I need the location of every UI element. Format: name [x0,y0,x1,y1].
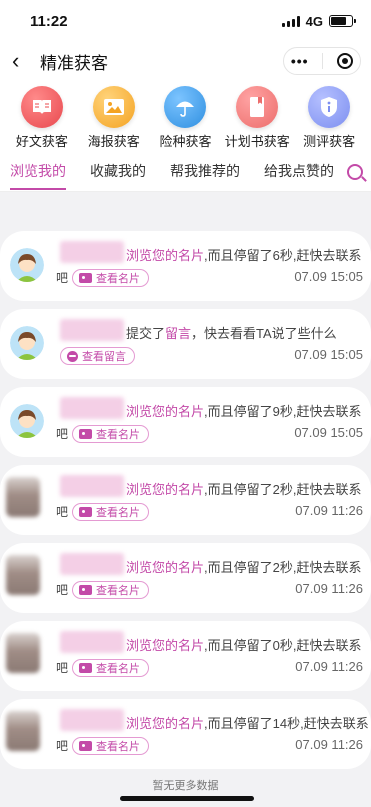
category-article[interactable]: 好文获客 [6,86,78,150]
view-card-button[interactable]: 查看名片 [72,269,149,287]
tab-recommended-me[interactable]: 帮我推荐的 [170,156,240,192]
visitor-name-blurred [60,553,124,575]
timestamp: 07.09 11:26 [295,581,363,596]
timestamp: 07.09 11:26 [295,737,363,752]
view-card-button[interactable]: 查看名片 [72,425,149,443]
category-bar: 好文获客 海报获客 险种获客 计划书获客 测评获客 [0,80,371,156]
avatar [6,711,40,751]
timestamp: 07.09 15:05 [294,269,363,284]
visitor-name-blurred [60,709,124,731]
page-title: 精准获客 [40,53,108,73]
document-icon [236,86,279,128]
list-item[interactable]: 浏览您的名片,而且停留了2秒,赶快去联系 吧 查看名片 07.09 11:26 [0,465,371,535]
list-item[interactable]: 浏览您的名片,而且停留了9秒,赶快去联系 吧 查看名片 07.09 15:05 [0,387,371,457]
book-icon [20,86,63,128]
visitor-name-blurred [60,631,124,653]
view-card-button[interactable]: 查看名片 [72,581,149,599]
timestamp: 07.09 11:26 [295,503,363,518]
avatar [6,633,40,673]
nav-bar: ‹ 精准获客 ••• [0,42,371,80]
activity-message: 浏览您的名片,而且停留了2秒,赶快去联系 [126,482,362,497]
umbrella-icon [164,86,207,128]
visitor-name-blurred [60,319,124,341]
status-time: 11:22 [30,12,68,30]
list-item[interactable]: 浏览您的名片,而且停留了2秒,赶快去联系 吧 查看名片 07.09 11:26 [0,543,371,613]
no-more-data-label: 暂无更多数据 [152,780,219,792]
list-item[interactable]: 浏览您的名片,而且停留了6秒,赶快去联系 吧 查看名片 07.09 15:05 [0,231,371,301]
view-card-button[interactable]: 查看名片 [72,503,149,521]
timestamp: 07.09 15:05 [294,347,363,362]
card-icon [79,585,92,595]
battery-icon [329,15,356,27]
tab-liked-me[interactable]: 给我点赞的 [264,156,334,192]
activity-message: 浏览您的名片,而且停留了14秒,赶快去联系 [126,716,369,731]
image-icon [92,86,135,128]
network-label: 4G [305,13,323,29]
signal-icon [281,15,300,27]
miniapp-capsule: ••• [283,47,361,75]
list-item[interactable]: 浏览您的名片,而且停留了0秒,赶快去联系 吧 查看名片 07.09 11:26 [0,621,371,691]
card-icon [79,507,92,517]
activity-message: 浏览您的名片,而且停留了6秒,赶快去联系 [126,248,362,263]
back-icon[interactable]: ‹ [12,50,34,72]
home-indicator [120,796,254,801]
tab-viewed-me[interactable]: 浏览我的 [10,156,66,192]
list-item[interactable]: 浏览您的名片,而且停留了14秒,赶快去联系 吧 查看名片 07.09 11:26 [0,699,371,769]
activity-feed: 浏览您的名片,而且停留了6秒,赶快去联系 吧 查看名片 07.09 15:05 … [0,192,371,769]
category-insurance[interactable]: 险种获客 [150,86,222,150]
more-icon[interactable]: ••• [291,53,309,69]
timestamp: 07.09 15:05 [294,425,363,440]
category-poster[interactable]: 海报获客 [78,86,150,150]
avatar [10,326,44,360]
category-assessment[interactable]: 测评获客 [293,86,365,150]
card-icon [79,429,92,439]
category-proposal[interactable]: 计划书获客 [221,86,293,150]
info-shield-icon [308,86,351,128]
activity-message: 浏览您的名片,而且停留了2秒,赶快去联系 [126,560,362,575]
card-icon [79,741,92,751]
list-item[interactable]: 提交了留言，快去看看TA说了些什么 查看留言 07.09 15:05 [0,309,371,379]
tab-bar: 浏览我的 收藏我的 帮我推荐的 给我点赞的 [0,156,371,192]
avatar [10,248,44,282]
visitor-name-blurred [60,241,124,263]
avatar [10,404,44,438]
activity-message: 浏览您的名片,而且停留了9秒,赶快去联系 [126,404,362,419]
avatar [6,477,40,517]
view-message-button[interactable]: 查看留言 [60,347,135,365]
status-bar: 11:22 4G [0,0,371,42]
visitor-name-blurred [60,475,124,497]
card-icon [79,663,92,673]
message-icon [67,350,78,362]
activity-message: 提交了留言，快去看看TA说了些什么 [126,326,337,341]
view-card-button[interactable]: 查看名片 [72,659,149,677]
timestamp: 07.09 11:26 [295,659,363,674]
search-icon[interactable] [345,162,367,184]
tab-favorited-me[interactable]: 收藏我的 [90,156,146,192]
status-indicators: 4G [281,13,356,29]
close-miniapp-icon[interactable] [337,53,354,69]
card-icon [79,273,92,283]
avatar [6,555,40,595]
activity-message: 浏览您的名片,而且停留了0秒,赶快去联系 [126,638,362,653]
visitor-name-blurred [60,397,124,419]
view-card-button[interactable]: 查看名片 [72,737,149,755]
